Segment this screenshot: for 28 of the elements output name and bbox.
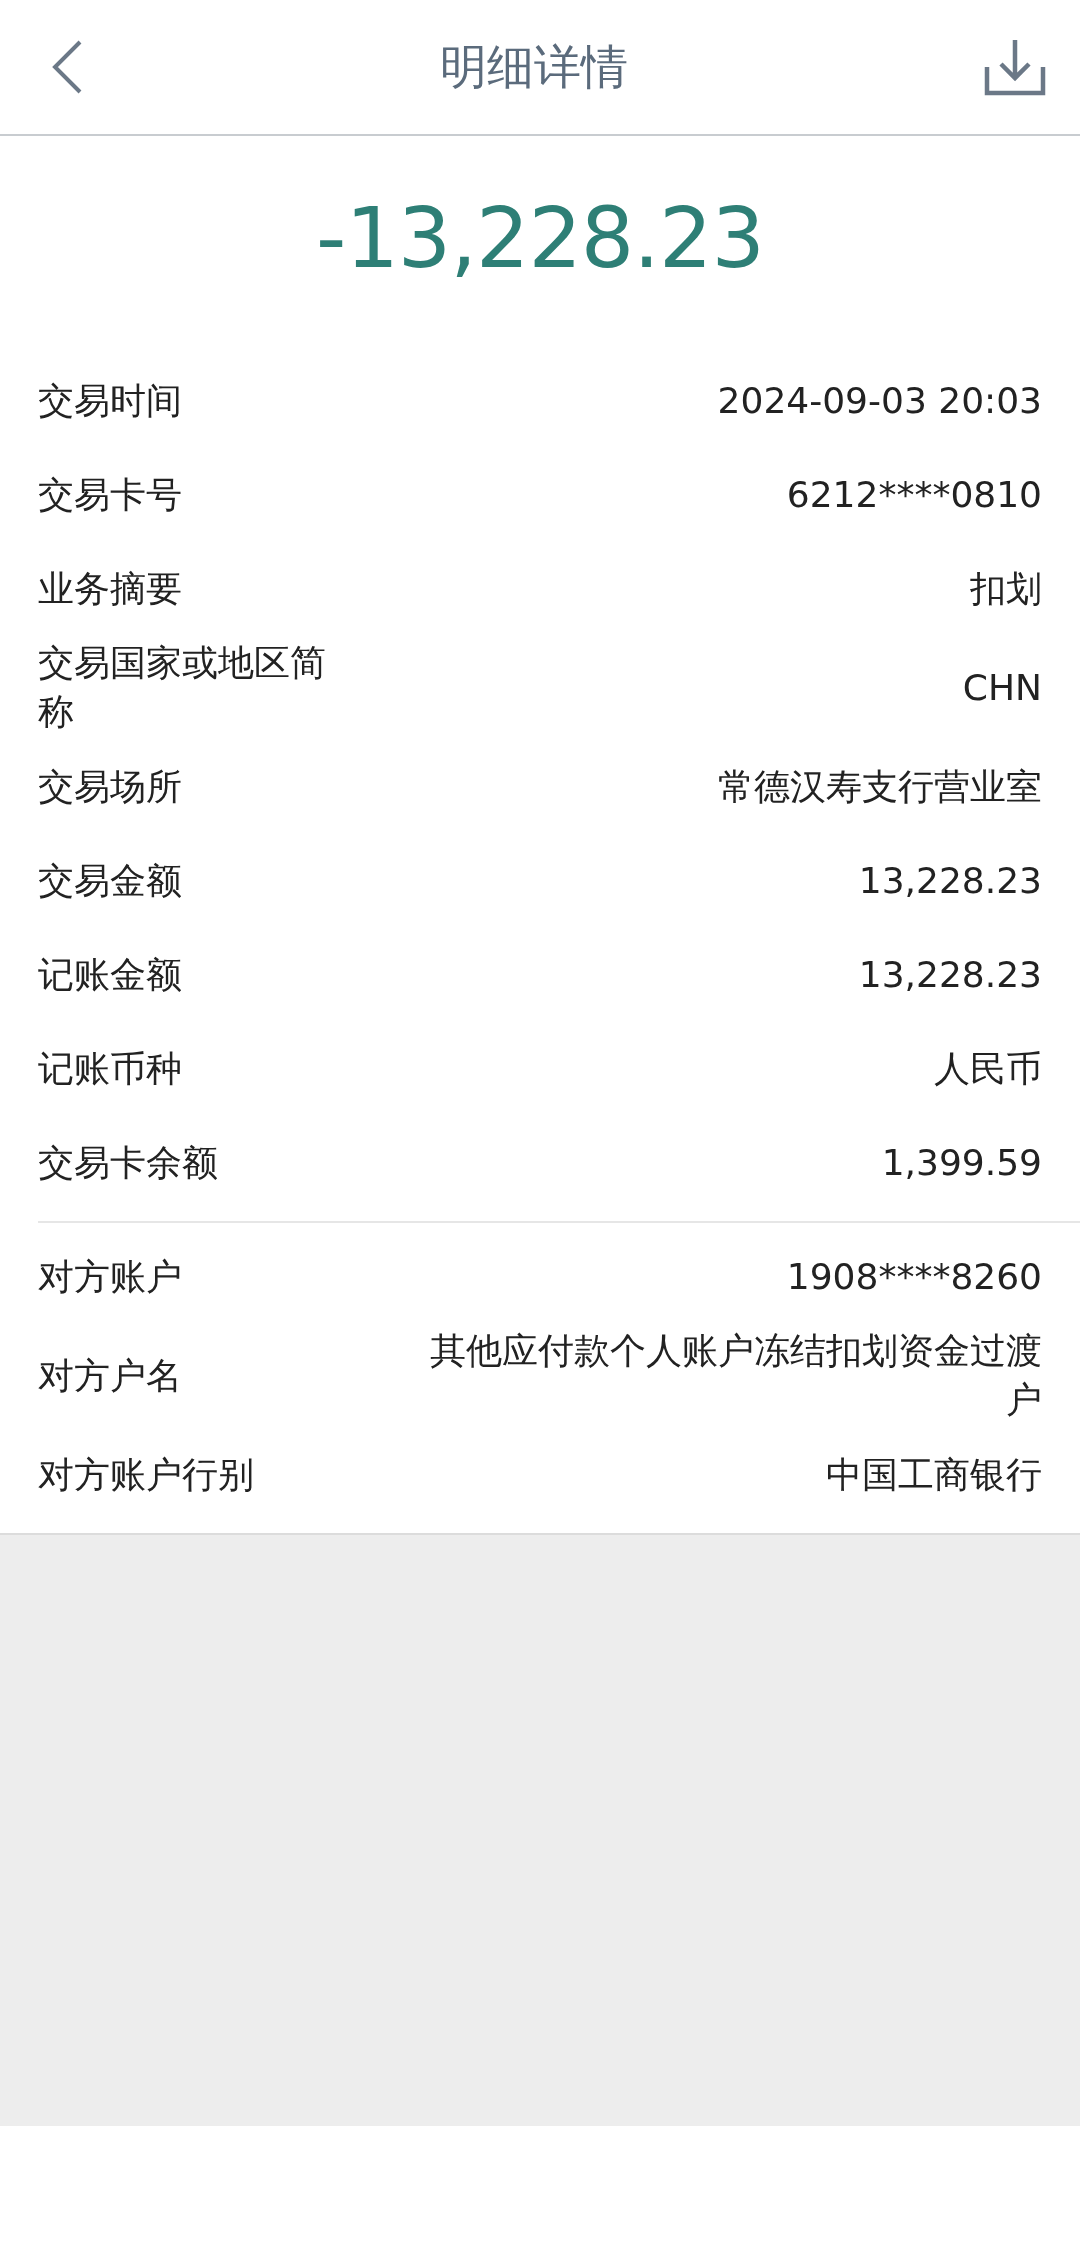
- field-value: 2024-09-03 20:03: [717, 378, 1042, 423]
- page-title: 明细详情: [440, 37, 628, 96]
- field-label: 交易金额: [38, 858, 183, 903]
- field-label: 交易卡号: [38, 472, 183, 517]
- field-value: 中国工商银行: [826, 1452, 1042, 1497]
- field-label: 交易卡余额: [38, 1140, 219, 1185]
- field-value: 1908****8260: [786, 1254, 1042, 1299]
- field-value: 6212****0810: [786, 472, 1042, 517]
- field-label: 对方账户行别: [38, 1452, 255, 1497]
- back-icon: [50, 39, 84, 95]
- field-label: 业务摘要: [38, 566, 183, 611]
- field-label: 交易时间: [38, 378, 183, 423]
- download-icon: [984, 37, 1046, 97]
- transaction-amount: -13,228.23: [316, 188, 764, 287]
- field-label: 交易国家或地区简称: [38, 641, 327, 734]
- field-value: 1,399.59: [881, 1140, 1042, 1185]
- field-label: 对方账户: [38, 1254, 183, 1299]
- field-value: 常德汉寿支行营业室: [718, 764, 1042, 809]
- field-label: 对方户名: [38, 1353, 183, 1398]
- field-label: 记账币种: [38, 1046, 183, 1091]
- field-value: 13,228.23: [858, 952, 1042, 997]
- field-label: 记账金额: [38, 952, 183, 997]
- field-value: 其他应付款个人账户冻结扣划资金过渡户: [429, 1329, 1042, 1422]
- field-value: 扣划: [970, 566, 1042, 611]
- field-label: 交易场所: [38, 764, 183, 809]
- field-value: 人民币: [934, 1046, 1042, 1091]
- field-value: 13,228.23: [858, 858, 1042, 903]
- field-value: CHN: [962, 665, 1042, 710]
